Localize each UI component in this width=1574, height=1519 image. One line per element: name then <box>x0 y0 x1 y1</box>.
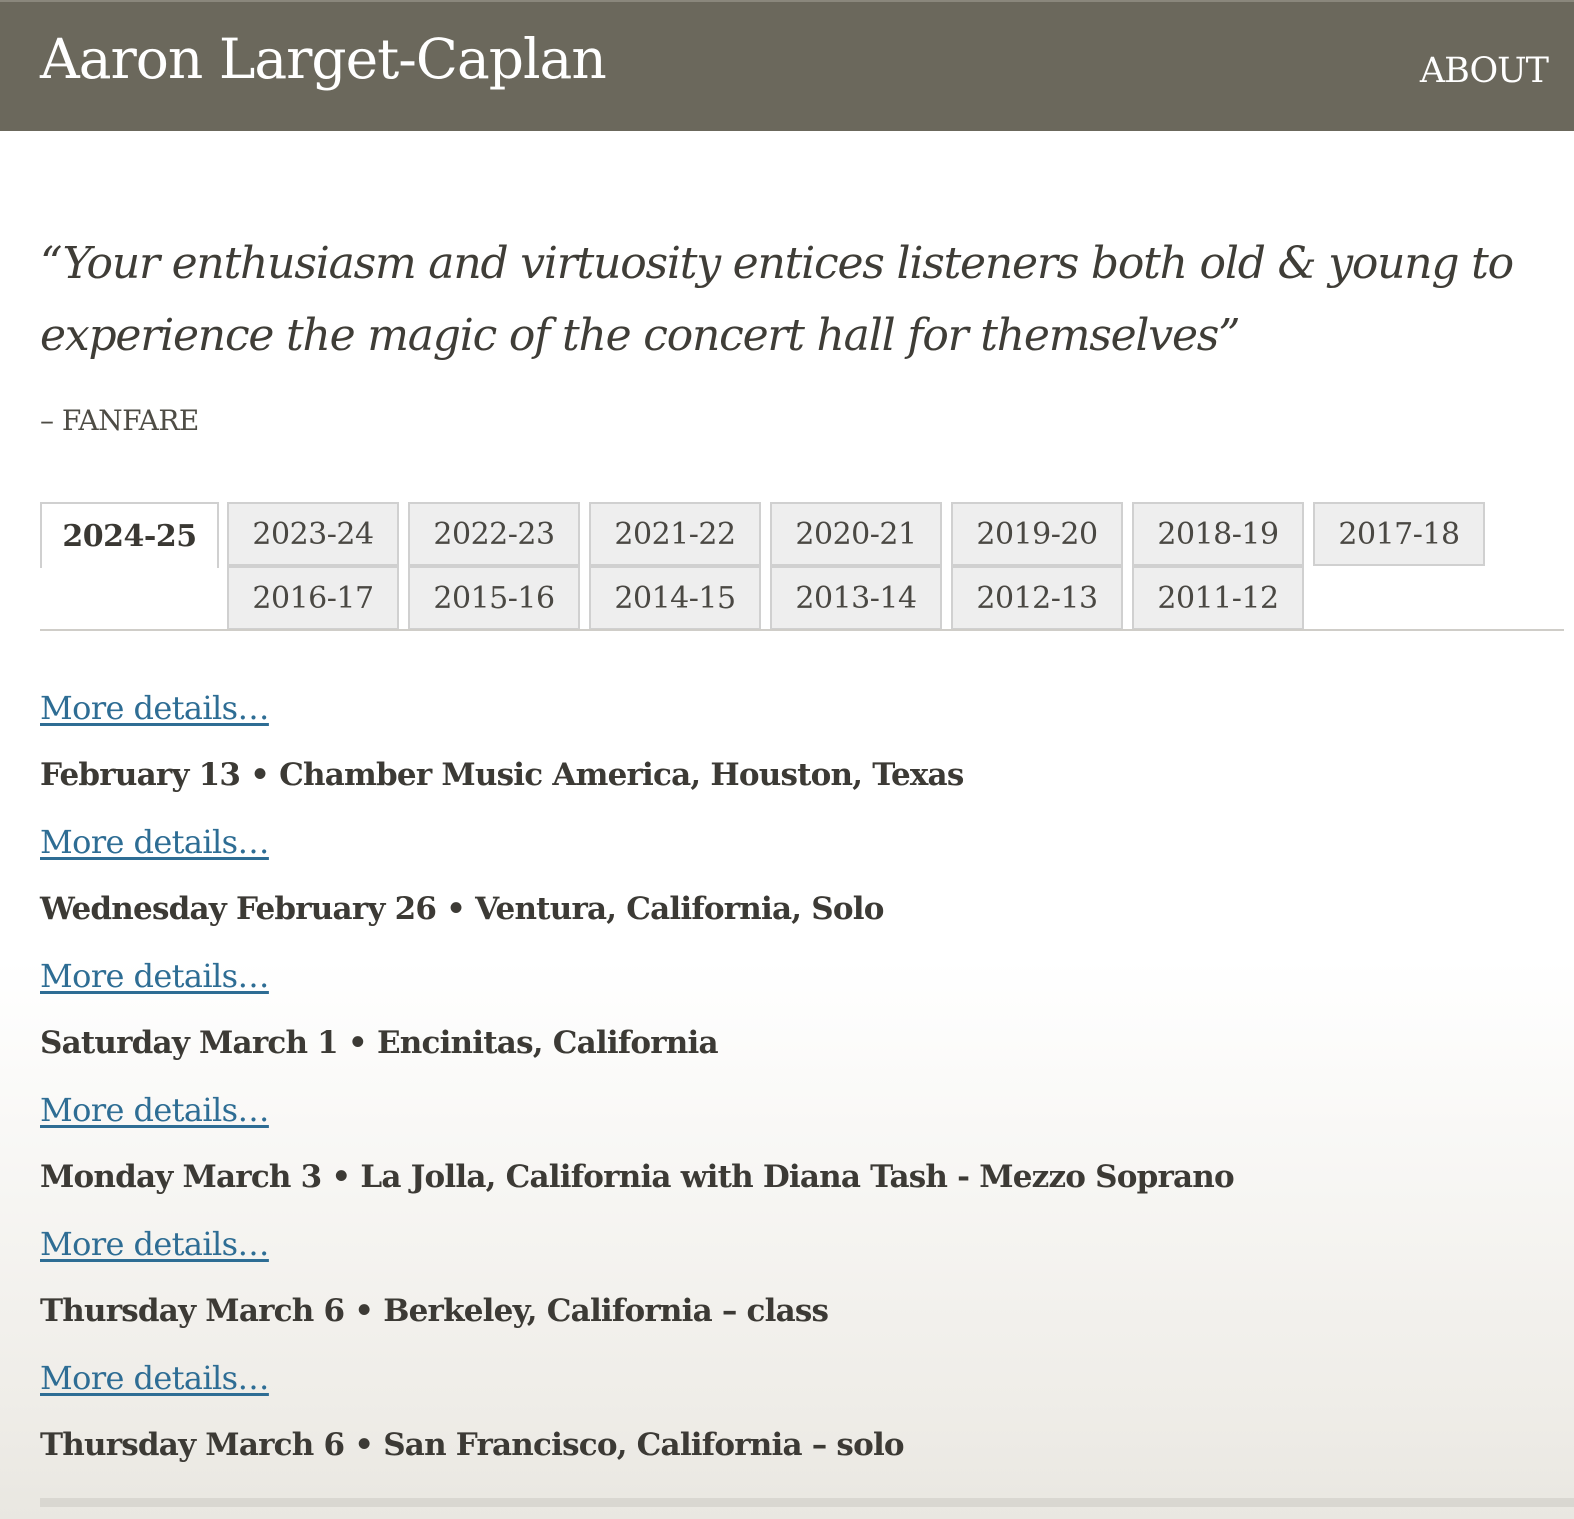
tab-season-2023-24[interactable]: 2023-24 <box>227 502 399 566</box>
tab-season-2022-23[interactable]: 2022-23 <box>408 502 580 566</box>
tab-season-2024-25[interactable]: 2024-25 <box>40 502 219 568</box>
more-details-link[interactable]: More details… <box>40 943 1540 1009</box>
event-title: Monday March 3 • La Jolla, California wi… <box>40 1159 1235 1195</box>
event-title: Saturday March 1 • Encinitas, California <box>40 1025 719 1061</box>
horizontal-scrollbar[interactable] <box>40 1498 1574 1507</box>
tab-season-2014-15[interactable]: 2014-15 <box>589 566 761 630</box>
tab-season-2020-21[interactable]: 2020-21 <box>770 502 942 566</box>
tab-season-2011-12[interactable]: 2011-12 <box>1132 566 1304 630</box>
nav-about-link[interactable]: ABOUT <box>1420 50 1549 92</box>
events-list: More details… February 13 • Chamber Musi… <box>40 675 1540 1479</box>
more-details-link[interactable]: More details… <box>40 1488 250 1498</box>
tab-season-2019-20[interactable]: 2019-20 <box>951 502 1123 566</box>
event-title: Thursday March 6 • San Francisco, Califo… <box>40 1427 905 1463</box>
tab-season-2018-19[interactable]: 2018-19 <box>1132 502 1304 566</box>
tab-season-2016-17[interactable]: 2016-17 <box>227 566 399 630</box>
partial-more-details-link: More details… <box>40 1488 250 1498</box>
site-title-link[interactable]: Aaron Larget-Caplan <box>40 26 607 92</box>
quote-source: – FANFARE <box>40 404 199 437</box>
more-details-link[interactable]: More details… <box>40 1345 1540 1411</box>
more-details-link[interactable]: More details… <box>40 675 1540 741</box>
event-title: Wednesday February 26 • Ventura, Califor… <box>40 891 884 927</box>
site-header: Aaron Larget-Caplan ABOUT <box>0 0 1574 131</box>
more-details-link[interactable]: More details… <box>40 809 1540 875</box>
tab-season-2013-14[interactable]: 2013-14 <box>770 566 942 630</box>
event-title: Thursday March 6 • Berkeley, California … <box>40 1293 829 1329</box>
tab-season-2015-16[interactable]: 2015-16 <box>408 566 580 630</box>
tab-season-2021-22[interactable]: 2021-22 <box>589 502 761 566</box>
tab-season-2017-18[interactable]: 2017-18 <box>1313 502 1485 566</box>
more-details-link[interactable]: More details… <box>40 1211 1540 1277</box>
more-details-link[interactable]: More details… <box>40 1077 1540 1143</box>
tabs-divider <box>40 629 1564 631</box>
testimonial-quote: “Your enthusiasm and virtuosity entices … <box>40 238 1514 361</box>
event-title: February 13 • Chamber Music America, Hou… <box>40 757 964 793</box>
tab-season-2012-13[interactable]: 2012-13 <box>951 566 1123 630</box>
